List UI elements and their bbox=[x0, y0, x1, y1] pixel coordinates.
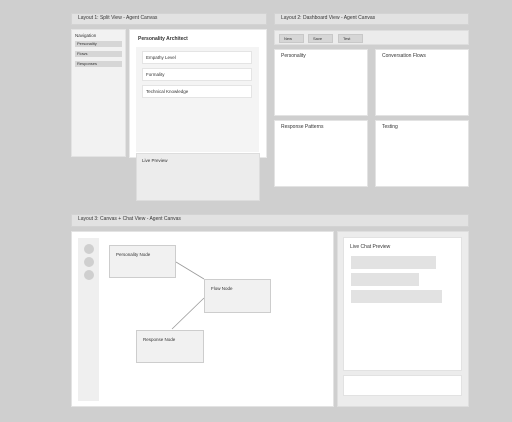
agent-canvas[interactable]: Personality Node Flow Node Response Node bbox=[71, 231, 334, 407]
chat-input[interactable] bbox=[343, 375, 462, 396]
chat-messages-area: Live Chat Preview bbox=[343, 237, 462, 371]
field-label: Empathy Level bbox=[146, 55, 176, 60]
panel-title: Response Patterns bbox=[281, 124, 324, 130]
node-label: Personality Node bbox=[116, 252, 151, 257]
layout1-nav-sidebar: Navigation Personality Flows Responses bbox=[71, 29, 126, 157]
panel-title: Personality Architect bbox=[138, 36, 188, 42]
live-chat-preview-panel: Live Chat Preview bbox=[337, 231, 469, 407]
live-preview-panel: Live Preview bbox=[136, 153, 260, 201]
panel-title: Personality bbox=[281, 53, 306, 59]
dashboard-panel-conversation-flows[interactable]: Conversation Flows bbox=[375, 49, 469, 116]
save-button[interactable]: Save bbox=[308, 34, 333, 43]
field-label: Formality bbox=[146, 72, 165, 77]
nav-item-personality[interactable]: Personality bbox=[75, 41, 122, 47]
button-label: Test bbox=[343, 36, 351, 41]
node-label: Response Node bbox=[143, 337, 176, 342]
button-label: Save bbox=[313, 36, 323, 41]
field-formality[interactable]: Formality bbox=[142, 68, 252, 81]
connector-line bbox=[175, 261, 205, 280]
new-button[interactable]: New bbox=[279, 34, 304, 43]
chat-message bbox=[351, 256, 436, 269]
nav-item-responses[interactable]: Responses bbox=[75, 61, 122, 67]
personality-node[interactable]: Personality Node bbox=[109, 245, 176, 278]
layout3-header: Layout 3: Canvas + Chat View - Agent Can… bbox=[71, 214, 469, 227]
layout2-header-label: Layout 2: Dashboard View - Agent Canvas bbox=[281, 15, 376, 21]
field-empathy-level[interactable]: Empathy Level bbox=[142, 51, 252, 64]
layout2-header: Layout 2: Dashboard View - Agent Canvas bbox=[274, 13, 469, 25]
layout1-header: Layout 1: Split View - Agent Canvas bbox=[71, 13, 267, 25]
personality-architect-panel: Personality Architect Empathy Level Form… bbox=[129, 29, 267, 158]
dashboard-panel-response-patterns[interactable]: Response Patterns bbox=[274, 120, 368, 187]
nav-title: Navigation bbox=[75, 33, 97, 38]
live-preview-label: Live Preview bbox=[142, 158, 168, 163]
panel-title: Conversation Flows bbox=[382, 53, 426, 59]
dashboard-panel-testing[interactable]: Testing bbox=[375, 120, 469, 187]
flow-node[interactable]: Flow Node bbox=[204, 279, 271, 313]
nav-item-label: Personality bbox=[77, 41, 97, 46]
node-label: Flow Node bbox=[211, 286, 233, 291]
dashboard-panel-personality[interactable]: Personality bbox=[274, 49, 368, 116]
layout1-header-label: Layout 1: Split View - Agent Canvas bbox=[78, 15, 158, 21]
field-technical-knowledge[interactable]: Technical Knowledge bbox=[142, 85, 252, 98]
nav-item-flows[interactable]: Flows bbox=[75, 51, 122, 57]
nav-item-label: Flows bbox=[77, 51, 88, 56]
response-node[interactable]: Response Node bbox=[136, 330, 204, 363]
field-label: Technical Knowledge bbox=[146, 89, 189, 94]
nav-item-label: Responses bbox=[77, 61, 98, 66]
layout3-header-label: Layout 3: Canvas + Chat View - Agent Can… bbox=[78, 216, 181, 222]
connector-line bbox=[171, 297, 205, 330]
layout2-toolbar: New Save Test bbox=[274, 30, 469, 45]
button-label: New bbox=[284, 36, 293, 41]
panel-title: Testing bbox=[382, 124, 398, 130]
chat-message bbox=[351, 290, 442, 303]
test-button[interactable]: Test bbox=[338, 34, 363, 43]
chat-message bbox=[351, 273, 419, 286]
fields-container: Empathy Level Formality Technical Knowle… bbox=[136, 47, 259, 152]
chat-title: Live Chat Preview bbox=[350, 244, 391, 250]
